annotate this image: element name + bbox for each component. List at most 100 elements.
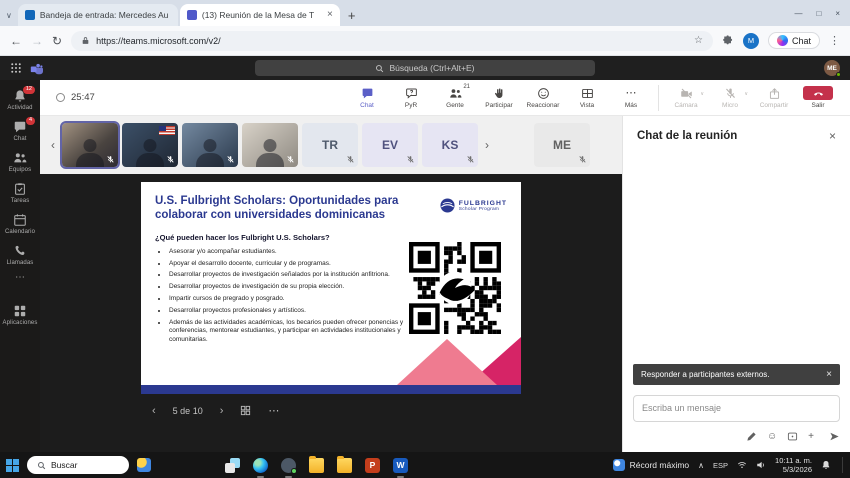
thumbnails-icon[interactable] [240,405,251,416]
teams-logo-icon [30,62,43,75]
browser-more-icon[interactable]: ⋮ [829,34,840,47]
folder-icon[interactable] [337,458,352,473]
leave-button[interactable]: Salir [796,84,840,111]
sidebar-item-aplicaciones[interactable]: Aplicaciones [0,299,40,330]
attach-plus-icon[interactable]: + [808,431,814,442]
tab-close-icon[interactable]: × [327,10,333,20]
teams-search-input[interactable]: Búsqueda (Ctrl+Alt+E) [255,60,595,76]
notifications-bell-icon[interactable] [821,460,831,470]
participant-tile[interactable]: EV [362,123,418,167]
mic-dropdown-icon[interactable]: ∨ [744,91,748,97]
banner-close-icon[interactable]: × [826,369,832,380]
tab-actions-icon[interactable]: ∨ [6,11,12,20]
participant-initials: TR [322,138,338,152]
new-tab-button[interactable]: + [348,9,356,22]
camera-dropdown-icon[interactable]: ∨ [700,91,704,97]
chat-panel-close-icon[interactable]: × [829,129,836,143]
minimize-icon[interactable]: — [794,9,802,18]
meeting-app-icon[interactable] [281,458,296,473]
favorite-star-icon[interactable]: ☆ [694,35,703,46]
participant-tile[interactable]: KS [422,123,478,167]
slide-decoration-pink [397,339,497,385]
chat-badge: 4 [26,117,35,125]
timer-value: 25:47 [71,92,95,103]
weather-widget[interactable]: Récord máximo [613,459,690,471]
view-button[interactable]: Vista [565,85,609,111]
browser-tab-teams[interactable]: (13) Reunión de la Mesa de T × [180,4,340,26]
wifi-icon[interactable] [737,460,747,470]
chat-button[interactable]: Chat [345,85,389,111]
sidebar-item-equipos[interactable]: Equipos [0,146,40,177]
more-icon: ⋯ [626,87,637,100]
participant-tile[interactable]: TR [302,123,358,167]
word-letter: W [396,460,404,470]
language-indicator[interactable]: ESP [713,461,728,470]
participant-video[interactable] [62,123,118,167]
taskbar-search[interactable]: Buscar [27,456,129,474]
qa-label: PyR [405,102,417,109]
camera-label: Cámara [674,102,697,109]
browser-profile-avatar[interactable]: M [743,33,759,49]
message-input[interactable]: Escriba un mensaje [633,395,840,422]
qa-button[interactable]: PyR [389,85,433,111]
sidebar-item-llamadas[interactable]: Llamadas [0,239,40,270]
chat-icon [361,87,374,100]
extensions-icon[interactable] [722,35,734,47]
maximize-icon[interactable]: □ [816,9,821,18]
muted-mic-icon [226,155,235,164]
window-close-icon[interactable]: × [835,9,840,18]
taskbar-clock[interactable]: 10:11 a. m. 5/3/2026 [775,456,812,475]
show-desktop-button[interactable] [842,457,844,473]
sidebar-item-calendario[interactable]: Calendario [0,208,40,239]
start-button[interactable] [6,459,19,472]
people-button[interactable]: 21 Gente [433,85,477,111]
emoji-icon[interactable]: ☺ [767,431,777,442]
back-icon[interactable]: ← [10,35,22,47]
mic-button[interactable]: ∨ Micro [708,85,752,111]
meeting-chat-panel: Chat de la reunión × Responder a partici… [622,116,850,452]
send-icon[interactable] [829,431,840,442]
self-video-tile[interactable]: ME [534,123,590,167]
raise-hand-button[interactable]: Participar [477,85,521,111]
strip-scroll-right-icon[interactable]: › [482,138,492,152]
camera-button[interactable]: ∨ Cámara [664,85,708,111]
forward-icon[interactable]: → [31,35,43,47]
widgets-weather-icon[interactable] [137,458,151,472]
task-view-icon[interactable] [225,458,240,473]
slide-bullet: Desarrollar proyectos de investigación d… [168,283,412,291]
copilot-chat-button[interactable]: Chat [768,32,820,49]
hidden-icons-chevron[interactable]: ∧ [698,461,704,470]
app-launcher-icon[interactable] [10,62,22,74]
external-participants-banner: Responder a participantes externos. × [633,364,840,385]
word-icon[interactable]: W [393,458,408,473]
react-button[interactable]: Reaccionar [521,85,565,111]
share-button[interactable]: Compartir [752,85,796,111]
lock-icon [81,36,90,45]
copilot-icon [777,35,788,46]
hang-up-icon [813,88,824,99]
powerpoint-icon[interactable]: P [365,458,380,473]
slide-bullet: Desarrollar proyectos de investigación s… [168,271,412,279]
slide-more-icon[interactable]: ⋯ [268,404,279,417]
prev-slide-icon[interactable]: ‹ [152,405,156,417]
sidebar-more-icon[interactable]: ⋯ [15,270,25,289]
speaker-icon[interactable] [756,460,766,470]
strip-scroll-left-icon[interactable]: ‹ [48,138,58,152]
sidebar-item-actividad[interactable]: Actividad 12 [0,84,40,115]
teams-user-avatar[interactable]: ME [824,60,840,76]
participant-video[interactable] [242,123,298,167]
participant-video[interactable] [182,123,238,167]
gif-icon[interactable] [787,431,798,442]
edge-icon[interactable] [253,458,268,473]
sidebar-item-chat[interactable]: Chat 4 [0,115,40,146]
format-pen-icon[interactable] [746,431,757,442]
refresh-icon[interactable]: ↻ [52,35,62,47]
more-button[interactable]: ⋯ Más [609,85,653,111]
file-explorer-icon[interactable] [309,458,324,473]
url-field[interactable]: https://teams.microsoft.com/v2/ ☆ [71,31,713,51]
browser-tab-outlook[interactable]: Bandeja de entrada: Mercedes Au [18,4,178,26]
teams-favicon [187,10,197,20]
next-slide-icon[interactable]: › [220,405,224,417]
participant-video[interactable] [122,123,178,167]
sidebar-item-tareas[interactable]: Tareas [0,177,40,208]
